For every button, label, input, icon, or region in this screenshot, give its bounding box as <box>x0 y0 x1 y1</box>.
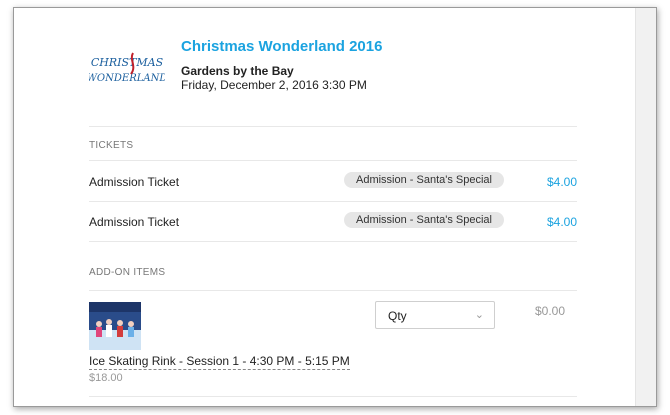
scrollbar[interactable] <box>635 8 656 406</box>
ticket-row: Admission Ticket Admission - Santa's Spe… <box>89 171 577 193</box>
ticket-price: $4.00 <box>546 215 577 229</box>
addon-name-link[interactable]: Ice Skating Rink - Session 1 - 4:30 PM -… <box>89 354 350 370</box>
ticket-name: Admission Ticket <box>89 215 180 229</box>
ticket-type-badge: Admission - Santa's Special <box>344 172 504 188</box>
divider <box>89 241 577 242</box>
addon-thumbnail <box>89 302 141 350</box>
quantity-select-value: Qty <box>388 309 407 323</box>
svg-text:WONDERLAND: WONDERLAND <box>89 73 165 84</box>
divider <box>89 396 577 397</box>
tickets-section-label: TICKETS <box>89 140 134 151</box>
event-venue: Gardens by the Bay <box>181 64 294 78</box>
divider <box>89 290 577 291</box>
addon-base-price: $18.00 <box>89 372 123 384</box>
chevron-down-icon: ⌄ <box>474 309 484 321</box>
divider <box>89 126 577 127</box>
ticket-name: Admission Ticket <box>89 175 180 189</box>
event-title: Christmas Wonderland 2016 <box>181 38 383 55</box>
addons-section-label: ADD-ON ITEMS <box>89 267 166 278</box>
event-datetime: Friday, December 2, 2016 3:30 PM <box>181 78 367 92</box>
quantity-select[interactable]: Qty ⌄ <box>375 301 495 329</box>
svg-text:CHRISTMAS: CHRISTMAS <box>91 56 164 69</box>
order-summary-panel: CHRISTMAS WONDERLAND Christmas Wonderlan… <box>13 7 657 407</box>
event-logo: CHRISTMAS WONDERLAND <box>89 48 165 92</box>
addon-line-price: $0.00 <box>534 304 565 318</box>
ticket-row: Admission Ticket Admission - Santa's Spe… <box>89 211 577 233</box>
divider <box>89 201 577 202</box>
divider <box>89 160 577 161</box>
ticket-price: $4.00 <box>546 175 577 189</box>
ticket-type-badge: Admission - Santa's Special <box>344 212 504 228</box>
